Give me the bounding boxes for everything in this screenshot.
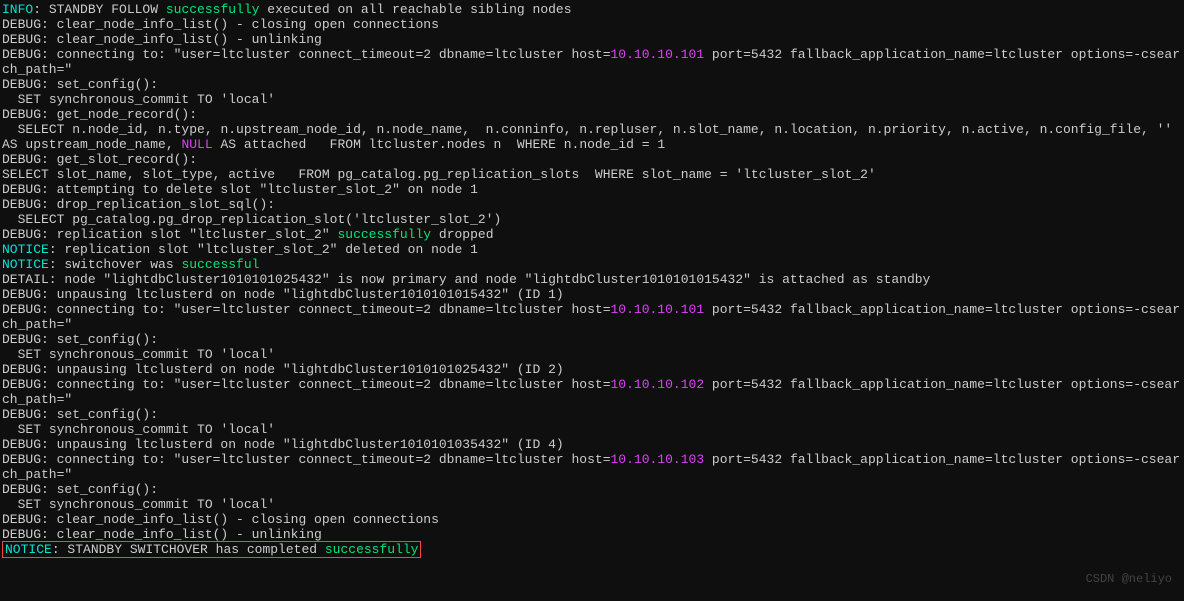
log-line: DEBUG: clear_node_info_list() - unlinkin… — [2, 527, 1182, 542]
log-span: AS attached FROM ltcluster.nodes n WHERE… — [213, 137, 665, 152]
log-span: : replication slot "ltcluster_slot_2" de… — [49, 242, 478, 257]
log-span: SET synchronous_commit TO 'local' — [2, 422, 275, 437]
log-span: : STANDBY FOLLOW — [33, 2, 166, 17]
log-span: DEBUG: set_config(): — [2, 77, 158, 92]
log-span: DEBUG: set_config(): — [2, 407, 158, 422]
log-span: executed on all reachable sibling nodes — [259, 2, 571, 17]
log-span: successfully — [166, 2, 260, 17]
log-span: DEBUG: get_slot_record(): — [2, 152, 197, 167]
log-span: NOTICE — [5, 542, 52, 557]
log-line: SELECT n.node_id, n.type, n.upstream_nod… — [2, 122, 1182, 152]
highlight-box: NOTICE: STANDBY SWITCHOVER has completed… — [2, 541, 421, 558]
log-line: DEBUG: set_config(): — [2, 482, 1182, 497]
log-span: DEBUG: unpausing ltclusterd on node "lig… — [2, 362, 564, 377]
log-span: INFO — [2, 2, 33, 17]
log-span: DEBUG: get_node_record(): — [2, 107, 197, 122]
log-span: successfully — [325, 542, 419, 557]
watermark-text: CSDN @neliyo — [1086, 572, 1172, 587]
log-span: DEBUG: connecting to: "user=ltcluster co… — [2, 302, 611, 317]
log-span: SET synchronous_commit TO 'local' — [2, 347, 275, 362]
log-span: 10.10.10.103 — [611, 452, 705, 467]
log-line: INFO: STANDBY FOLLOW successfully execut… — [2, 2, 1182, 17]
log-line: DEBUG: clear_node_info_list() - closing … — [2, 17, 1182, 32]
log-span: : switchover was — [49, 257, 182, 272]
log-line: SELECT pg_catalog.pg_drop_replication_sl… — [2, 212, 1182, 227]
log-span: DEBUG: attempting to delete slot "ltclus… — [2, 182, 478, 197]
log-span: DEBUG: connecting to: "user=ltcluster co… — [2, 452, 611, 467]
log-span: DEBUG: unpausing ltclusterd on node "lig… — [2, 437, 564, 452]
log-span: NOTICE — [2, 257, 49, 272]
log-line: DEBUG: unpausing ltclusterd on node "lig… — [2, 437, 1182, 452]
log-line: DEBUG: connecting to: "user=ltcluster co… — [2, 47, 1182, 77]
log-line: DEBUG: connecting to: "user=ltcluster co… — [2, 302, 1182, 332]
log-span: DEBUG: set_config(): — [2, 482, 158, 497]
log-line: SET synchronous_commit TO 'local' — [2, 422, 1182, 437]
log-line: NOTICE: switchover was successful — [2, 257, 1182, 272]
log-span: 10.10.10.102 — [611, 377, 705, 392]
log-line: SET synchronous_commit TO 'local' — [2, 347, 1182, 362]
log-line: DEBUG: set_config(): — [2, 407, 1182, 422]
log-span: DEBUG: drop_replication_slot_sql(): — [2, 197, 275, 212]
log-line: NOTICE: replication slot "ltcluster_slot… — [2, 242, 1182, 257]
log-line: DEBUG: connecting to: "user=ltcluster co… — [2, 377, 1182, 407]
log-span: 10.10.10.101 — [611, 302, 705, 317]
log-line: SET synchronous_commit TO 'local' — [2, 92, 1182, 107]
terminal-output: INFO: STANDBY FOLLOW successfully execut… — [0, 0, 1184, 559]
log-line: DEBUG: set_config(): — [2, 332, 1182, 347]
log-span: DEBUG: connecting to: "user=ltcluster co… — [2, 47, 611, 62]
log-span: SET synchronous_commit TO 'local' — [2, 92, 275, 107]
log-span: SELECT slot_name, slot_type, active FROM… — [2, 167, 876, 182]
log-line: DEBUG: clear_node_info_list() - unlinkin… — [2, 32, 1182, 47]
log-span: DETAIL: node "lightdbCluster101010102543… — [2, 272, 930, 287]
log-span: dropped — [431, 227, 493, 242]
log-line: DEBUG: unpausing ltclusterd on node "lig… — [2, 287, 1182, 302]
log-span: SELECT pg_catalog.pg_drop_replication_sl… — [2, 212, 501, 227]
log-line: SET synchronous_commit TO 'local' — [2, 497, 1182, 512]
log-span: SET synchronous_commit TO 'local' — [2, 497, 275, 512]
log-line: DEBUG: drop_replication_slot_sql(): — [2, 197, 1182, 212]
log-span: NOTICE — [2, 242, 49, 257]
log-line: DEBUG: get_slot_record(): — [2, 152, 1182, 167]
log-line: DEBUG: unpausing ltclusterd on node "lig… — [2, 362, 1182, 377]
log-span: DEBUG: clear_node_info_list() - closing … — [2, 512, 439, 527]
log-line: DEBUG: get_node_record(): — [2, 107, 1182, 122]
log-span: DEBUG: clear_node_info_list() - unlinkin… — [2, 527, 322, 542]
log-line: DEBUG: clear_node_info_list() - closing … — [2, 512, 1182, 527]
log-span: DEBUG: connecting to: "user=ltcluster co… — [2, 377, 611, 392]
log-span: : STANDBY SWITCHOVER has completed — [52, 542, 325, 557]
log-span: DEBUG: clear_node_info_list() - closing … — [2, 17, 439, 32]
log-line: DEBUG: replication slot "ltcluster_slot_… — [2, 227, 1182, 242]
log-line: DETAIL: node "lightdbCluster101010102543… — [2, 272, 1182, 287]
log-span: DEBUG: unpausing ltclusterd on node "lig… — [2, 287, 564, 302]
log-span: successfully — [337, 227, 431, 242]
log-span: 10.10.10.101 — [611, 47, 705, 62]
log-span: DEBUG: clear_node_info_list() - unlinkin… — [2, 32, 322, 47]
log-line: DEBUG: connecting to: "user=ltcluster co… — [2, 452, 1182, 482]
log-span: DEBUG: set_config(): — [2, 332, 158, 347]
log-span: NULL — [181, 137, 212, 152]
log-line: NOTICE: STANDBY SWITCHOVER has completed… — [2, 542, 1182, 557]
log-line: DEBUG: attempting to delete slot "ltclus… — [2, 182, 1182, 197]
log-line: SELECT slot_name, slot_type, active FROM… — [2, 167, 1182, 182]
log-span: successful — [181, 257, 259, 272]
log-line: DEBUG: set_config(): — [2, 77, 1182, 92]
log-span: DEBUG: replication slot "ltcluster_slot_… — [2, 227, 337, 242]
